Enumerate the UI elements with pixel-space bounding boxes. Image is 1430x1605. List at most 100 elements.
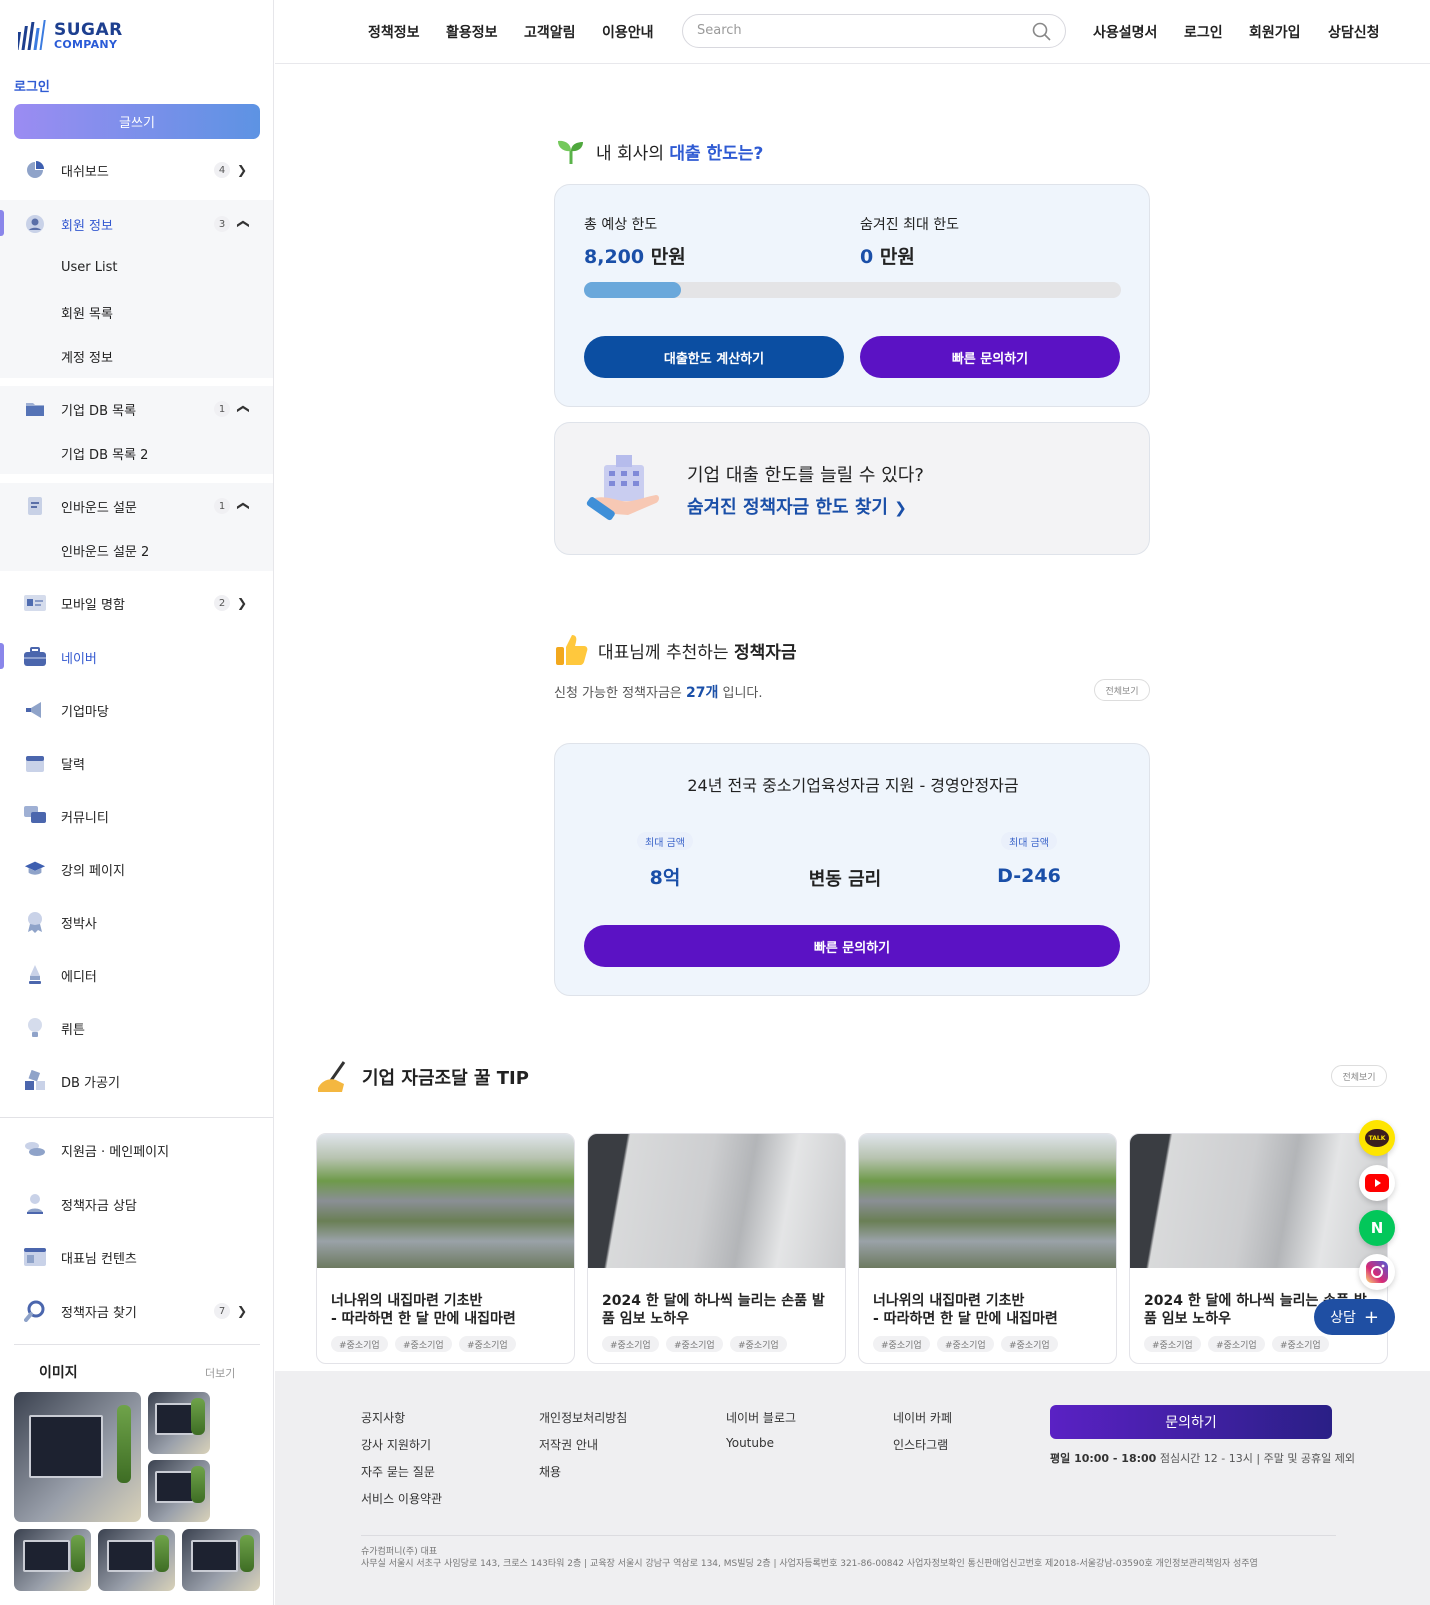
sidebar-item-community[interactable]: 커뮤니티: [0, 793, 273, 839]
tip-tag[interactable]: #중소기업: [1208, 1336, 1265, 1352]
search-icon[interactable]: [1032, 22, 1051, 41]
tip-card[interactable]: 너나위의 내집마련 기초반 - 따라하면 한 달 만에 내집마련 #중소기업 #중…: [316, 1133, 575, 1364]
nav-login[interactable]: 로그인: [1184, 22, 1223, 42]
footer-company-line: 슈가컴퍼니(주) 대표: [361, 1547, 438, 1557]
sidebar-subitem-member-list[interactable]: 회원 목록: [61, 303, 113, 322]
sidebar-item-policy-consult[interactable]: 정책자금 상담: [0, 1181, 273, 1227]
tip-tag[interactable]: #중소기업: [666, 1336, 723, 1352]
sidebar-item-member-info[interactable]: 회원 정보 3 ❯: [0, 201, 273, 247]
nav-consult-request[interactable]: 상담신청: [1328, 22, 1380, 42]
tip-image-green-building: [859, 1134, 1116, 1268]
write-button[interactable]: 글쓰기: [14, 104, 260, 139]
tip-tag[interactable]: #중소기업: [937, 1336, 994, 1352]
tip-title: 2024 한 달에 하나씩 늘리는 손품 발품 임보 노하우: [602, 1292, 837, 1328]
youtube-icon: [1365, 1174, 1389, 1192]
tip-tag[interactable]: #중소기업: [331, 1336, 388, 1352]
naver-button[interactable]: N: [1359, 1210, 1395, 1246]
footer-link-youtube[interactable]: Youtube: [726, 1436, 774, 1450]
footer-link-faq[interactable]: 자주 묻는 질문: [361, 1463, 435, 1480]
footer-link-privacy[interactable]: 개인정보처리방침: [539, 1409, 627, 1426]
tip-tag[interactable]: #중소기업: [1272, 1336, 1329, 1352]
tip-tag[interactable]: #중소기업: [602, 1336, 659, 1352]
footer-link-instagram[interactable]: 인스타그램: [893, 1436, 948, 1453]
calculate-limit-button[interactable]: 대출한도 계산하기: [584, 336, 844, 378]
sidebar-item-subsidy-main[interactable]: 지원금 · 메인페이지: [0, 1127, 273, 1173]
instagram-button[interactable]: [1359, 1254, 1395, 1290]
footer-link-careers[interactable]: 채용: [539, 1463, 561, 1480]
footer-inquiry-button[interactable]: 문의하기: [1050, 1405, 1332, 1439]
footer-link-instructor[interactable]: 강사 지원하기: [361, 1436, 431, 1453]
sidebar-item-naver[interactable]: 네이버: [0, 634, 273, 680]
tip-card[interactable]: 너나위의 내집마련 기초반 - 따라하면 한 달 만에 내집마련 #중소기업 #중…: [858, 1133, 1117, 1364]
sidebar-subitem-user-list[interactable]: User List: [61, 260, 118, 275]
image-thumbnail[interactable]: [148, 1392, 210, 1454]
sidebar-item-wrtn[interactable]: 뤼튼: [0, 1005, 273, 1051]
sidebar-item-label: 기업 DB 목록: [61, 403, 137, 419]
nav-usage-info[interactable]: 활용정보: [446, 22, 498, 42]
loan-title-prefix: 내 회사의: [596, 143, 670, 164]
tip-tag[interactable]: #중소기업: [459, 1336, 516, 1352]
sidebar-item-find-policy[interactable]: 정책자금 찾기 7 ❯: [0, 1288, 273, 1334]
tips-view-all-button[interactable]: 전체보기: [1331, 1065, 1387, 1087]
kakaotalk-button[interactable]: TALK: [1359, 1120, 1395, 1156]
hidden-fund-promo-card[interactable]: 기업 대출 한도를 늘릴 수 있다? 숨겨진 정책자금 한도 찾기 ❯: [554, 422, 1150, 555]
tip-tag[interactable]: #중소기업: [873, 1336, 930, 1352]
sidebar-item-calendar[interactable]: 달력: [0, 740, 273, 786]
sidebar-item-db-processor[interactable]: DB 가공기: [0, 1058, 273, 1104]
nav-manual[interactable]: 사용설명서: [1093, 22, 1157, 42]
footer-link-copyright[interactable]: 저작권 안내: [539, 1436, 598, 1453]
nav-signup[interactable]: 회원가입: [1249, 22, 1301, 42]
sidebar-item-bizmadang[interactable]: 기업마당: [0, 687, 273, 733]
tip-tag[interactable]: #중소기업: [1001, 1336, 1058, 1352]
sidebar-subitem-company-db-2[interactable]: 기업 DB 목록 2: [61, 444, 148, 463]
image-thumbnail[interactable]: [14, 1392, 141, 1522]
sidebar-item-dashboard[interactable]: 대쉬보드 4 ❯: [0, 147, 273, 193]
footer-link-naver-blog[interactable]: 네이버 블로그: [726, 1409, 796, 1426]
nav-customer-notice[interactable]: 고객알림: [524, 22, 576, 42]
sidebar-item-company-db[interactable]: 기업 DB 목록 1 ❯: [0, 386, 273, 432]
search-box: [682, 14, 1066, 48]
sidebar-item-mobile-card[interactable]: 모바일 명함 2 ❯: [0, 580, 273, 626]
tip-card[interactable]: 2024 한 달에 하나씩 늘리는 손품 발품 임보 노하우 #중소기업 #중소…: [587, 1133, 846, 1364]
footer-link-naver-cafe[interactable]: 네이버 카페: [893, 1409, 952, 1426]
quick-inquiry-button[interactable]: 빠른 문의하기: [860, 336, 1120, 378]
image-thumbnail[interactable]: [148, 1460, 210, 1522]
sidebar-subitem-inbound-survey-2[interactable]: 인바운드 설문 2: [61, 541, 149, 560]
recommend-sub-prefix: 신청 가능한 정책자금은: [554, 686, 686, 701]
fund-quick-inquiry-button[interactable]: 빠른 문의하기: [584, 925, 1120, 967]
footer-link-terms[interactable]: 서비스 이용약관: [361, 1490, 442, 1507]
images-more-link[interactable]: 더보기: [205, 1365, 235, 1381]
image-thumbnail[interactable]: [182, 1529, 260, 1591]
tip-tag[interactable]: #중소기업: [1144, 1336, 1201, 1352]
fund-card[interactable]: 24년 전국 중소기업육성자금 지원 - 경영안정자금 최대 금액 8억 변동 …: [554, 743, 1150, 996]
search-input[interactable]: [697, 23, 997, 38]
promo-line2-text: 숨겨진 정책자금 한도 찾기: [687, 497, 888, 518]
youtube-button[interactable]: [1359, 1165, 1395, 1201]
nav-guide[interactable]: 이용안내: [602, 22, 654, 42]
active-indicator: [0, 643, 4, 669]
sidebar-item-inbound-survey[interactable]: 인바운드 설문 1 ❯: [0, 483, 273, 529]
chevron-right-icon: ❯: [237, 596, 248, 610]
sidebar-subitem-account-info[interactable]: 계정 정보: [61, 347, 113, 366]
brand-logo[interactable]: SUGAR COMPANY: [18, 18, 123, 54]
sidebar-item-lecture[interactable]: 강의 페이지: [0, 846, 273, 892]
footer-link-notice[interactable]: 공지사항: [361, 1409, 405, 1426]
nav-policy-info[interactable]: 정책정보: [368, 22, 420, 42]
active-indicator: [0, 210, 4, 236]
footer-divider: [361, 1535, 1336, 1536]
sidebar-item-ceo-content[interactable]: 대표님 컨텐츠: [0, 1234, 273, 1280]
sidebar-item-label: 모바일 명함: [61, 597, 125, 613]
sidebar-login-link[interactable]: 로그인: [14, 76, 50, 95]
briefcase-icon: [24, 646, 46, 668]
image-thumbnail[interactable]: [98, 1529, 175, 1591]
promo-line2-link[interactable]: 숨겨진 정책자금 한도 찾기 ❯: [687, 493, 907, 519]
sidebar-item-label: 커뮤니티: [61, 810, 109, 826]
recommend-view-all-button[interactable]: 전체보기: [1094, 679, 1150, 701]
sidebar-item-label: 대표님 컨텐츠: [61, 1251, 137, 1267]
tip-tag[interactable]: #중소기업: [730, 1336, 787, 1352]
tip-tag[interactable]: #중소기업: [395, 1336, 452, 1352]
image-thumbnail[interactable]: [14, 1529, 91, 1591]
consult-floating-button[interactable]: 상담 +: [1314, 1299, 1395, 1335]
sidebar-item-editor[interactable]: 에디터: [0, 952, 273, 998]
sidebar-item-dr-jung[interactable]: 정박사: [0, 899, 273, 945]
